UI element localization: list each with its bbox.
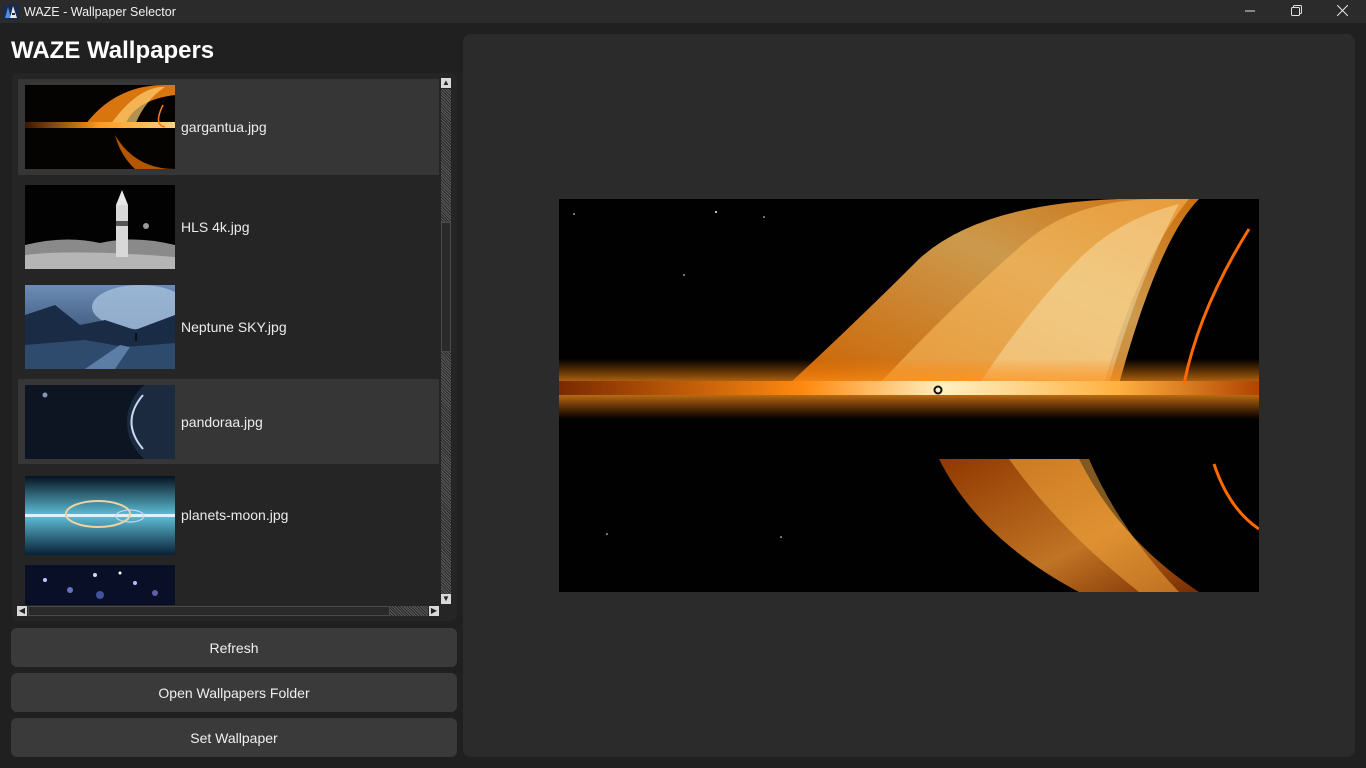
scroll-up-icon[interactable]: ▲: [441, 78, 451, 88]
scroll-thumb[interactable]: [441, 222, 451, 352]
busy-cursor-icon: [933, 382, 943, 395]
list-item-planets-moon[interactable]: planets-moon.jpg: [18, 469, 439, 561]
wallpaper-preview: [559, 199, 1259, 592]
wallpaper-thumbnail: [25, 185, 175, 269]
scroll-right-icon[interactable]: ▶: [429, 606, 439, 616]
open-folder-button[interactable]: Open Wallpapers Folder: [11, 673, 457, 712]
minimize-button[interactable]: [1227, 0, 1273, 23]
list-item-galaxy[interactable]: [18, 565, 439, 605]
scroll-down-icon[interactable]: ▼: [441, 594, 451, 604]
page-title: WAZE Wallpapers: [11, 37, 215, 64]
horizontal-scrollbar[interactable]: ◀ ▶: [16, 605, 440, 617]
wallpaper-name: pandoraa.jpg: [181, 413, 263, 430]
restore-icon: [1290, 3, 1302, 21]
wallpaper-thumbnail: [25, 285, 175, 369]
restore-button[interactable]: [1273, 0, 1319, 23]
app-icon: [3, 3, 19, 20]
minimize-icon: [1245, 3, 1255, 21]
title-bar: WAZE - Wallpaper Selector: [0, 0, 1366, 23]
wallpaper-name: Neptune SKY.jpg: [181, 319, 287, 335]
wallpaper-thumbnail: [25, 565, 175, 605]
refresh-button[interactable]: Refresh: [11, 628, 457, 667]
wallpaper-name: gargantua.jpg: [181, 119, 267, 135]
set-wallpaper-button[interactable]: Set Wallpaper: [11, 718, 457, 757]
vertical-scrollbar[interactable]: ▲ ▼: [440, 77, 452, 605]
wallpaper-name: HLS 4k.jpg: [181, 219, 250, 235]
wallpaper-name: planets-moon.jpg: [181, 507, 289, 523]
scroll-left-icon[interactable]: ◀: [17, 606, 27, 616]
scroll-thumb[interactable]: [28, 606, 390, 616]
preview-panel: [463, 34, 1355, 757]
wallpaper-list[interactable]: gargantua.jpg HLS 4k.jpg Neptune SKY.jpg…: [12, 73, 457, 621]
wallpaper-thumbnail: [25, 85, 175, 169]
wallpaper-thumbnail: [25, 384, 175, 459]
wallpaper-thumbnail: [25, 475, 175, 555]
close-icon: [1336, 3, 1348, 21]
window-title: WAZE - Wallpaper Selector: [24, 4, 176, 19]
list-item-gargantua[interactable]: gargantua.jpg: [18, 79, 439, 175]
list-item-neptune[interactable]: Neptune SKY.jpg: [18, 279, 439, 375]
list-item-pandoraa[interactable]: pandoraa.jpg: [18, 379, 439, 464]
list-item-hls[interactable]: HLS 4k.jpg: [18, 179, 439, 275]
close-button[interactable]: [1319, 0, 1365, 23]
